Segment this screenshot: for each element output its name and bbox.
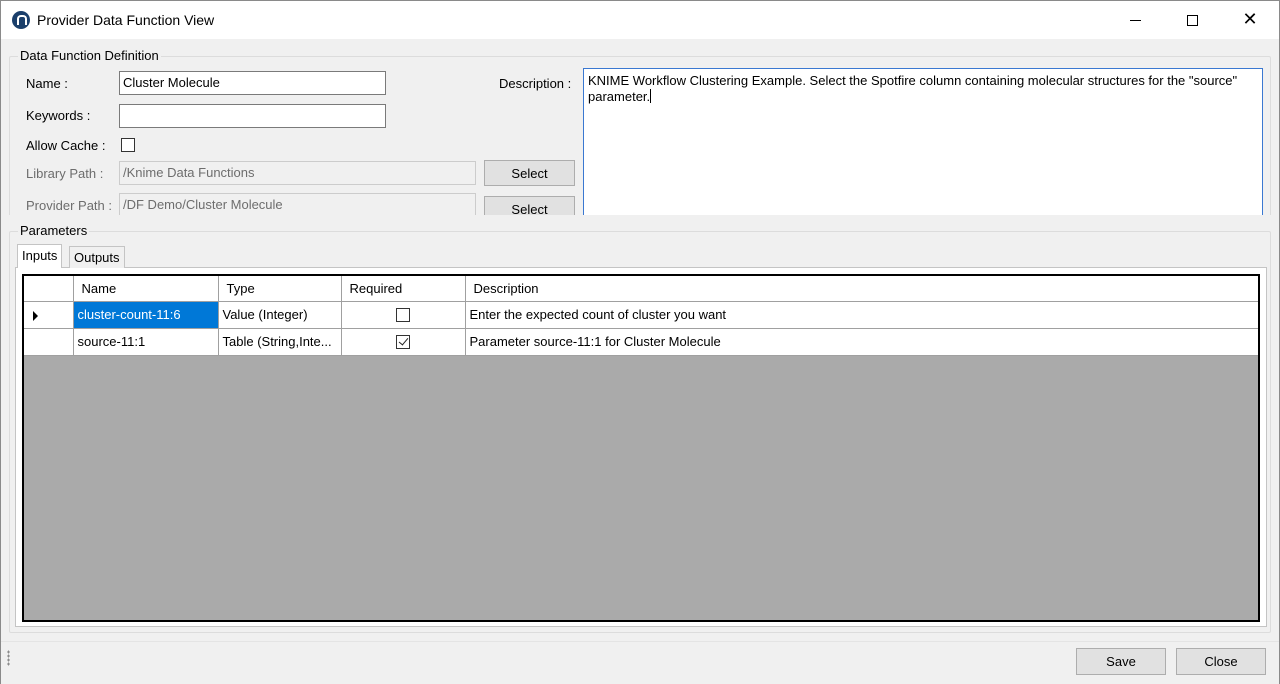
param-name-cell[interactable]: cluster-count-11:6 xyxy=(73,301,219,329)
keywords-label: Keywords : xyxy=(26,108,91,123)
param-description-cell[interactable]: Parameter source-11:1 for Cluster Molecu… xyxy=(465,328,1258,356)
allow-cache-label: Allow Cache : xyxy=(26,138,106,153)
param-name-cell[interactable]: source-11:1 xyxy=(73,328,219,356)
table-row[interactable]: source-11:1 Table (String,Inte... Parame… xyxy=(24,328,1258,356)
maximize-button[interactable] xyxy=(1163,1,1221,39)
current-row-arrow-icon xyxy=(33,310,38,321)
library-path-label: Library Path : xyxy=(26,166,104,181)
row-header-corner xyxy=(24,276,74,302)
definition-group-label: Data Function Definition xyxy=(18,48,161,63)
column-header-type[interactable]: Type xyxy=(218,276,342,302)
splitter[interactable] xyxy=(1,215,1279,219)
tab-inputs[interactable]: Inputs xyxy=(17,244,63,268)
close-window-button[interactable]: ✕ xyxy=(1221,1,1279,39)
param-required-cell[interactable] xyxy=(341,301,466,329)
provider-data-function-window: Provider Data Function View ✕ Data Funct… xyxy=(0,0,1280,684)
grip-icon[interactable] xyxy=(7,650,10,666)
tab-outputs[interactable]: Outputs xyxy=(69,246,125,268)
provider-path-select-button[interactable]: Select xyxy=(484,196,575,216)
row-header[interactable] xyxy=(24,301,74,329)
library-path-input: /Knime Data Functions xyxy=(119,161,476,185)
save-button[interactable]: Save xyxy=(1076,648,1166,675)
name-input[interactable]: Cluster Molecule xyxy=(119,71,386,95)
required-checkbox[interactable] xyxy=(396,335,410,350)
allow-cache-checkbox[interactable] xyxy=(121,138,135,152)
provider-path-input: /DF Demo/Cluster Molecule xyxy=(119,193,476,217)
row-header[interactable] xyxy=(24,328,74,356)
param-type-cell[interactable]: Table (String,Inte... xyxy=(218,328,342,356)
description-text: KNIME Workflow Clustering Example. Selec… xyxy=(588,73,1238,104)
column-header-description[interactable]: Description xyxy=(465,276,1258,302)
close-icon: ✕ xyxy=(1242,9,1258,30)
minimize-button[interactable] xyxy=(1106,1,1164,39)
window-title: Provider Data Function View xyxy=(37,12,215,28)
inputs-table: Name Type Required Description cluster-c… xyxy=(24,276,1258,356)
column-header-name[interactable]: Name xyxy=(73,276,219,302)
library-path-select-button[interactable]: Select xyxy=(484,160,575,186)
param-required-cell[interactable] xyxy=(341,328,466,356)
maximize-icon xyxy=(1186,14,1198,26)
knime-app-icon xyxy=(12,11,30,29)
title-bar: Provider Data Function View ✕ xyxy=(1,1,1279,39)
provider-path-label: Provider Path : xyxy=(26,198,112,213)
name-label: Name : xyxy=(26,76,68,91)
table-row[interactable]: cluster-count-11:6 Value (Integer) Enter… xyxy=(24,301,1258,329)
required-checkbox[interactable] xyxy=(396,308,410,323)
text-caret xyxy=(650,89,652,103)
description-textarea[interactable]: KNIME Workflow Clustering Example. Selec… xyxy=(583,68,1263,216)
column-header-required[interactable]: Required xyxy=(341,276,466,302)
param-description-cell[interactable]: Enter the expected count of cluster you … xyxy=(465,301,1258,329)
description-label: Description : xyxy=(499,76,572,91)
param-type-cell[interactable]: Value (Integer) xyxy=(218,301,342,329)
minimize-icon xyxy=(1129,19,1141,21)
keywords-input[interactable] xyxy=(119,104,386,128)
inputs-grid: Name Type Required Description cluster-c… xyxy=(22,274,1260,622)
parameters-group-label: Parameters xyxy=(18,223,90,238)
close-button[interactable]: Close xyxy=(1176,648,1266,675)
grid-header-row: Name Type Required Description xyxy=(24,276,1258,302)
